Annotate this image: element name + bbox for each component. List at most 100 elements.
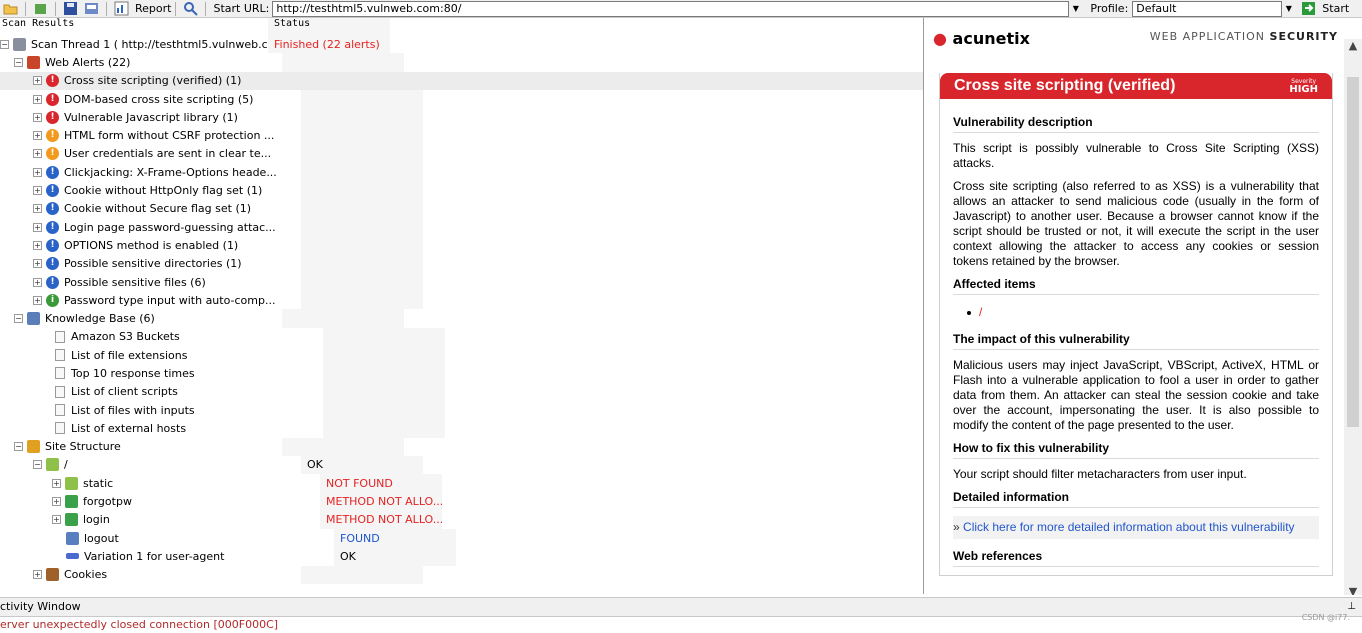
high-severity-icon: ! xyxy=(46,74,59,88)
search-icon[interactable] xyxy=(183,1,199,16)
plugin-icon[interactable] xyxy=(33,1,48,16)
scroll-thumb[interactable] xyxy=(1347,77,1359,427)
details-scrollbar[interactable]: ▲ ▼ xyxy=(1344,39,1362,595)
knowledge-base-icon xyxy=(27,312,40,326)
expand-icon[interactable]: + xyxy=(33,240,42,250)
column-header-status[interactable]: Status xyxy=(268,18,390,35)
report-icon[interactable] xyxy=(114,1,129,16)
tree-row-kb-item[interactable]: List of external hosts xyxy=(0,419,923,438)
expand-icon[interactable]: + xyxy=(33,149,42,159)
tree-row-alert[interactable]: + ! Vulnerable Javascript library (1) xyxy=(0,108,923,127)
detailed-information-link[interactable]: » Click here for more detailed informati… xyxy=(953,516,1319,539)
open-folder-icon[interactable] xyxy=(3,1,18,16)
main-toolbar: Report Start URL: http://testhtml5.vulnw… xyxy=(0,0,1362,18)
tree-row-alert[interactable]: + ! DOM-based cross site scripting (5) xyxy=(0,89,923,109)
folder-check-icon xyxy=(65,476,78,490)
tree-row-label: List of external hosts xyxy=(71,421,187,435)
affected-item: / xyxy=(967,305,1319,320)
tree-row-site-node[interactable]: + login METHOD NOT ALLO... xyxy=(0,510,923,530)
expand-icon[interactable]: + xyxy=(33,295,42,305)
tree-row-alert[interactable]: + ! Cross site scripting (verified) (1) xyxy=(0,71,923,90)
tree-row-kb-item[interactable]: Amazon S3 Buckets xyxy=(0,327,923,347)
tree-row-label: logout xyxy=(84,531,119,545)
start-url-input[interactable]: http://testhtml5.vulnweb.com:80/ xyxy=(272,0,1070,17)
save-results-icon[interactable] xyxy=(84,1,99,16)
toolbar-separator xyxy=(55,1,56,16)
vulnerability-details-panel: ● acunetix WEB APPLICATION SECURITY ▲ ▼ … xyxy=(928,19,1362,595)
house-icon xyxy=(27,440,40,454)
tree-row-alert[interactable]: + ! Cookie without HttpOnly flag set (1) xyxy=(0,181,923,200)
scroll-down-icon[interactable]: ▼ xyxy=(1344,585,1362,595)
redirect-icon xyxy=(66,531,79,545)
tree-row-knowledge-base[interactable]: − Knowledge Base (6) xyxy=(0,309,923,328)
tree-row-site-node[interactable]: logout FOUND xyxy=(0,529,923,548)
tree-row-alert[interactable]: + ! Login page password-guessing attac..… xyxy=(0,217,923,237)
description-text: Cross site scripting (also referred to a… xyxy=(953,179,1319,268)
expand-icon[interactable]: + xyxy=(33,131,42,141)
expand-icon[interactable]: + xyxy=(52,497,61,507)
tree-row-scan-thread[interactable]: − Scan Thread 1 ( http://testhtml5.vulnw… xyxy=(0,35,923,54)
start-button[interactable]: Start xyxy=(1322,2,1349,15)
tree-row-status xyxy=(323,400,445,420)
collapse-icon[interactable]: − xyxy=(14,314,23,324)
collapse-icon[interactable]: − xyxy=(14,442,23,452)
tree-row-web-alerts[interactable]: − Web Alerts (22) xyxy=(0,53,923,72)
tree-row-alert[interactable]: + ! Cookie without Secure flag set (1) xyxy=(0,199,923,218)
tree-row-alert[interactable]: + ! Clickjacking: X-Frame-Options heade.… xyxy=(0,163,923,182)
tree-row-alert[interactable]: + ! User credentials are sent in clear t… xyxy=(0,144,923,164)
expand-icon[interactable]: + xyxy=(33,94,42,104)
expand-icon[interactable]: + xyxy=(33,570,42,580)
expand-icon[interactable]: + xyxy=(33,112,42,122)
start-url-label: Start URL: xyxy=(213,2,270,15)
tree-row-site-node[interactable]: + forgotpw METHOD NOT ALLO... xyxy=(0,492,923,511)
expand-icon[interactable]: + xyxy=(52,478,61,488)
section-heading: Vulnerability description xyxy=(953,115,1319,133)
tree-row-kb-item[interactable]: Top 10 response times xyxy=(0,364,923,383)
tree-row-status xyxy=(323,346,445,365)
tree-row-alert[interactable]: + ! Possible sensitive files (6) xyxy=(0,272,923,292)
chevron-down-icon[interactable]: ▼ xyxy=(1282,2,1295,15)
expand-icon[interactable]: + xyxy=(33,167,42,177)
save-icon[interactable] xyxy=(63,1,78,16)
tree-row-alert[interactable]: + i Password type input with auto-comp..… xyxy=(0,291,923,310)
expand-icon[interactable]: + xyxy=(33,222,42,232)
tree-row-site-node[interactable]: − / OK xyxy=(0,455,923,475)
tree-row-label: OPTIONS method is enabled (1) xyxy=(64,238,239,252)
expand-icon[interactable]: + xyxy=(33,186,42,196)
expand-icon[interactable]: + xyxy=(33,259,42,269)
collapse-icon[interactable]: − xyxy=(33,460,42,470)
tree-row-site-node[interactable]: + static NOT FOUND xyxy=(0,474,923,493)
chevron-down-icon[interactable]: ▼ xyxy=(1069,2,1082,15)
tree-row-kb-item[interactable]: List of client scripts xyxy=(0,382,923,401)
toolbar-separator xyxy=(25,1,26,16)
tree-row-site-node[interactable]: Variation 1 for user-agent OK xyxy=(0,547,923,566)
tree-row-alert[interactable]: + ! Possible sensitive directories (1) xyxy=(0,254,923,273)
affected-item-link[interactable]: / xyxy=(979,305,982,319)
scroll-up-icon[interactable]: ▲ xyxy=(1344,39,1362,53)
tree-row-status xyxy=(301,163,423,182)
tree-row-label: DOM-based cross site scripting (5) xyxy=(64,92,254,106)
expand-icon[interactable]: + xyxy=(52,515,61,525)
collapse-icon[interactable]: − xyxy=(0,39,9,49)
report-button[interactable]: Report xyxy=(135,2,171,15)
tree-row-site-structure[interactable]: − Site Structure xyxy=(0,437,923,456)
expand-icon[interactable]: + xyxy=(33,204,42,214)
tree-row-status xyxy=(282,309,404,328)
tree-row-alert[interactable]: + ! HTML form without CSRF protection ..… xyxy=(0,126,923,145)
profile-select[interactable]: Default xyxy=(1132,0,1283,17)
column-header-scan-results[interactable]: Scan Results xyxy=(0,18,268,35)
tree-row-kb-item[interactable]: List of files with inputs xyxy=(0,400,923,420)
tree-row-label: static xyxy=(83,476,114,490)
tree-row-kb-item[interactable]: List of file extensions xyxy=(0,346,923,365)
scan-results-tree: Scan Results Status − Scan Thread 1 ( ht… xyxy=(0,18,924,594)
collapse-icon[interactable]: − xyxy=(14,57,23,67)
low-severity-icon: ! xyxy=(46,220,59,234)
tree-row-cookies[interactable]: + Cookies xyxy=(0,565,923,584)
tree-row-label: Scan Thread 1 ( http://testhtml5.vulnweb… xyxy=(31,37,268,51)
start-icon[interactable] xyxy=(1301,1,1316,16)
tree-row-status xyxy=(301,126,423,145)
expand-icon[interactable]: + xyxy=(33,76,42,86)
tree-row-alert[interactable]: + ! OPTIONS method is enabled (1) xyxy=(0,236,923,255)
expand-icon[interactable]: + xyxy=(33,277,42,287)
tree-row-status xyxy=(301,217,423,237)
